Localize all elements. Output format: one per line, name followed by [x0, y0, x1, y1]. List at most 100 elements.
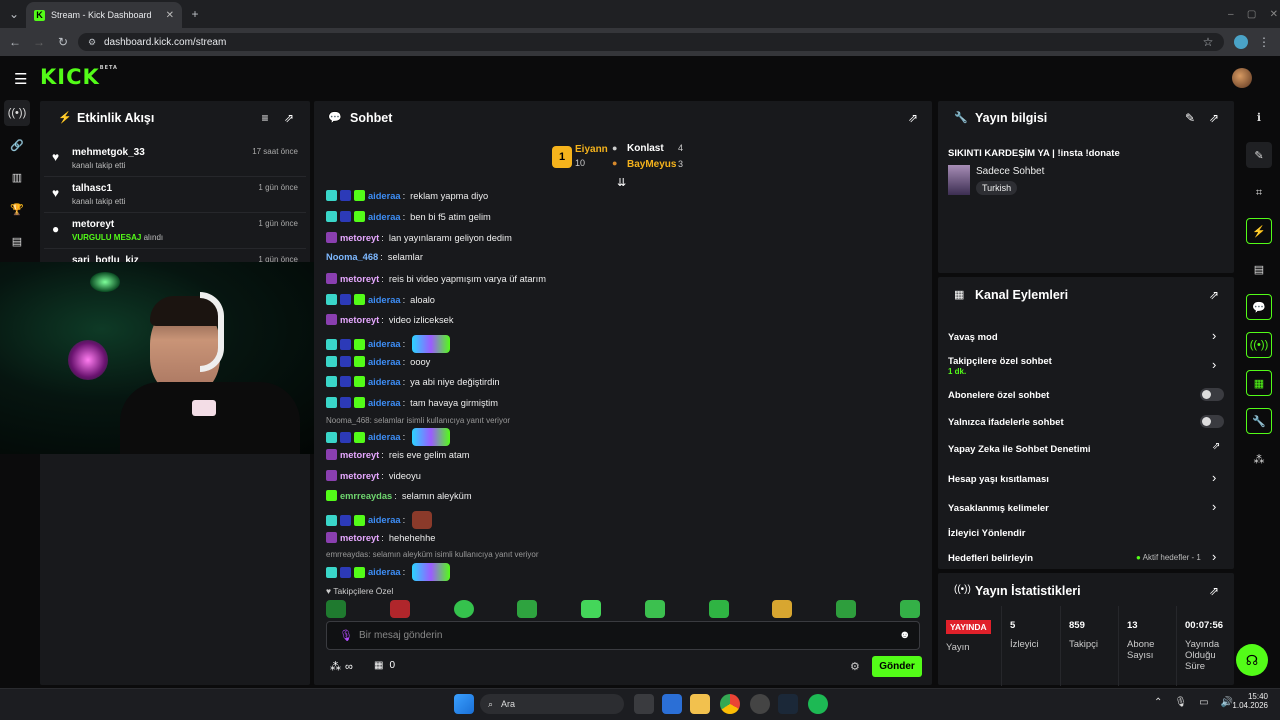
taskbar-search[interactable]: ⌕ Ara: [480, 694, 624, 714]
chat-username[interactable]: aideraa: [368, 432, 401, 442]
info-popout-icon[interactable]: ⇗: [1207, 111, 1221, 125]
profile-icon[interactable]: [1234, 35, 1248, 49]
actions-popout-icon[interactable]: ⇗: [1207, 288, 1221, 302]
chrome-icon[interactable]: [720, 694, 740, 714]
window-close-icon[interactable]: ✕: [1270, 9, 1278, 20]
chat-username[interactable]: metoreyt: [340, 315, 379, 325]
back-icon[interactable]: ←: [8, 34, 22, 50]
send-button[interactable]: Gönder: [872, 656, 922, 677]
address-bar[interactable]: dashboard.kick.com/stream: [78, 33, 1224, 51]
chat-emote[interactable]: [412, 563, 451, 581]
support-chat-icon[interactable]: ☊: [1236, 644, 1268, 676]
activity-user[interactable]: mehmetgok_33: [72, 147, 145, 158]
chevron-right-icon[interactable]: ›: [1212, 470, 1216, 485]
chat-username[interactable]: metoreyt: [340, 233, 379, 243]
chat-popout-icon[interactable]: ⇗: [906, 111, 920, 125]
spotify-icon[interactable]: [808, 694, 828, 714]
emote[interactable]: [708, 600, 729, 618]
network-icon[interactable]: ▭: [1199, 697, 1208, 708]
rail-video-icon[interactable]: ▤: [4, 228, 30, 254]
window-controls[interactable]: – ▢ ✕: [1228, 6, 1278, 22]
browser-menu-icon[interactable]: ⋮: [1258, 34, 1270, 50]
chat-emote[interactable]: [412, 511, 433, 529]
collapse-leaderboard-icon[interactable]: ⇊: [617, 176, 626, 189]
rail-link-icon[interactable]: 🔗: [4, 132, 30, 158]
forward-icon[interactable]: →: [32, 34, 46, 50]
windows-start-icon[interactable]: [454, 694, 474, 714]
chat-emote[interactable]: [412, 335, 451, 353]
rail-chat-icon[interactable]: 💬: [1246, 294, 1272, 320]
rail-stats-icon[interactable]: ▥: [4, 164, 30, 190]
chat-username[interactable]: aideraa: [368, 191, 401, 201]
leader-second-name[interactable]: Konlast: [627, 143, 664, 154]
chat-username[interactable]: metoreyt: [340, 533, 379, 543]
tray-chevron-icon[interactable]: ⌃: [1154, 697, 1162, 708]
chat-username[interactable]: aideraa: [368, 377, 401, 387]
maximize-icon[interactable]: ▢: [1247, 9, 1256, 20]
hamburger-menu-icon[interactable]: ☰: [14, 70, 27, 88]
tab-close-icon[interactable]: ✕: [166, 10, 174, 21]
chat-username[interactable]: aideraa: [368, 295, 401, 305]
popout-icon[interactable]: ⇗: [282, 111, 296, 125]
chat-username[interactable]: aideraa: [368, 398, 401, 408]
emote[interactable]: [581, 600, 602, 618]
emoji-picker-icon[interactable]: ☻: [899, 629, 911, 641]
leader-third-name[interactable]: BayMeyus: [627, 159, 676, 170]
obs-icon[interactable]: [750, 694, 770, 714]
chevron-right-icon[interactable]: ›: [1212, 328, 1216, 343]
rail-points-icon[interactable]: ⁂: [1246, 446, 1272, 472]
activity-user[interactable]: talhasc1: [72, 183, 112, 194]
steam-icon[interactable]: [778, 694, 798, 714]
chat-username[interactable]: aideraa: [368, 515, 401, 525]
rail-actions-icon[interactable]: ▦: [1246, 370, 1272, 396]
chat-username[interactable]: aideraa: [368, 567, 401, 577]
slow-mode-option[interactable]: Yavaş mod: [948, 332, 998, 343]
clock[interactable]: 15:40 1.04.2026: [1232, 692, 1268, 710]
rail-broadcast-icon[interactable]: ((•)): [1246, 332, 1272, 358]
rail-wrench-icon[interactable]: 🔧: [1246, 408, 1272, 434]
chat-username[interactable]: metoreyt: [340, 471, 379, 481]
subs-only-toggle[interactable]: [1200, 388, 1224, 401]
rail-trophy-icon[interactable]: 🏆: [4, 196, 30, 222]
external-link-icon[interactable]: ⇗: [1212, 441, 1220, 452]
emotes-only-toggle[interactable]: [1200, 415, 1224, 428]
rail-notes-icon[interactable]: ▤: [1246, 256, 1272, 282]
chat-username[interactable]: metoreyt: [340, 450, 379, 460]
channel-points[interactable]: ⁂ ∞: [330, 660, 353, 674]
edit-icon[interactable]: ✎: [1183, 111, 1197, 125]
file-explorer-icon[interactable]: [690, 694, 710, 714]
system-tray[interactable]: ⌃ 🎙 ▭ 🔊: [1154, 697, 1233, 708]
emote[interactable]: [326, 600, 346, 618]
followers-only-option[interactable]: Takipçilere özel sohbet: [948, 356, 1052, 367]
kick-logo[interactable]: KICKBETA: [40, 65, 118, 89]
chevron-right-icon[interactable]: ›: [1212, 357, 1216, 372]
user-avatar[interactable]: [1232, 68, 1252, 88]
emote[interactable]: [772, 600, 793, 618]
mic-icon[interactable]: 🎙: [339, 629, 353, 642]
activity-user[interactable]: metoreyt: [72, 219, 114, 230]
tab-search-icon[interactable]: ⌄: [6, 6, 22, 22]
chat-username[interactable]: emrreaydas: [340, 491, 392, 501]
mic-tray-icon[interactable]: 🎙: [1174, 697, 1187, 708]
emote[interactable]: [644, 600, 665, 618]
emote[interactable]: [836, 600, 857, 618]
stats-popout-icon[interactable]: ⇗: [1207, 584, 1221, 598]
rail-focus-icon[interactable]: ⌗: [1246, 180, 1272, 206]
account-age-option[interactable]: Hesap yaşı kısıtlaması: [948, 474, 1049, 485]
filter-icon[interactable]: ≡: [258, 111, 272, 125]
chat-username[interactable]: aideraa: [368, 212, 401, 222]
emote[interactable]: [517, 600, 538, 618]
rail-activity-icon[interactable]: ⚡: [1246, 218, 1272, 244]
chat-input[interactable]: 🎙 Bir mesaj gönderin ☻: [326, 621, 920, 650]
minimize-icon[interactable]: –: [1228, 9, 1234, 20]
category-name[interactable]: Sadece Sohbet: [976, 166, 1044, 177]
redirect-viewers-option[interactable]: İzleyici Yönlendir: [948, 528, 1025, 539]
task-view-icon[interactable]: [634, 694, 654, 714]
chat-username[interactable]: aideraa: [368, 339, 401, 349]
banned-words-option[interactable]: Yasaklanmış kelimeler: [948, 503, 1049, 514]
browser-tab[interactable]: K Stream - Kick Dashboard ✕: [26, 2, 182, 28]
new-tab-icon[interactable]: +: [188, 6, 202, 22]
chat-settings-icon[interactable]: ⚙: [850, 660, 860, 673]
emote[interactable]: [899, 600, 920, 618]
rail-stream-icon[interactable]: ((•)): [4, 100, 30, 126]
